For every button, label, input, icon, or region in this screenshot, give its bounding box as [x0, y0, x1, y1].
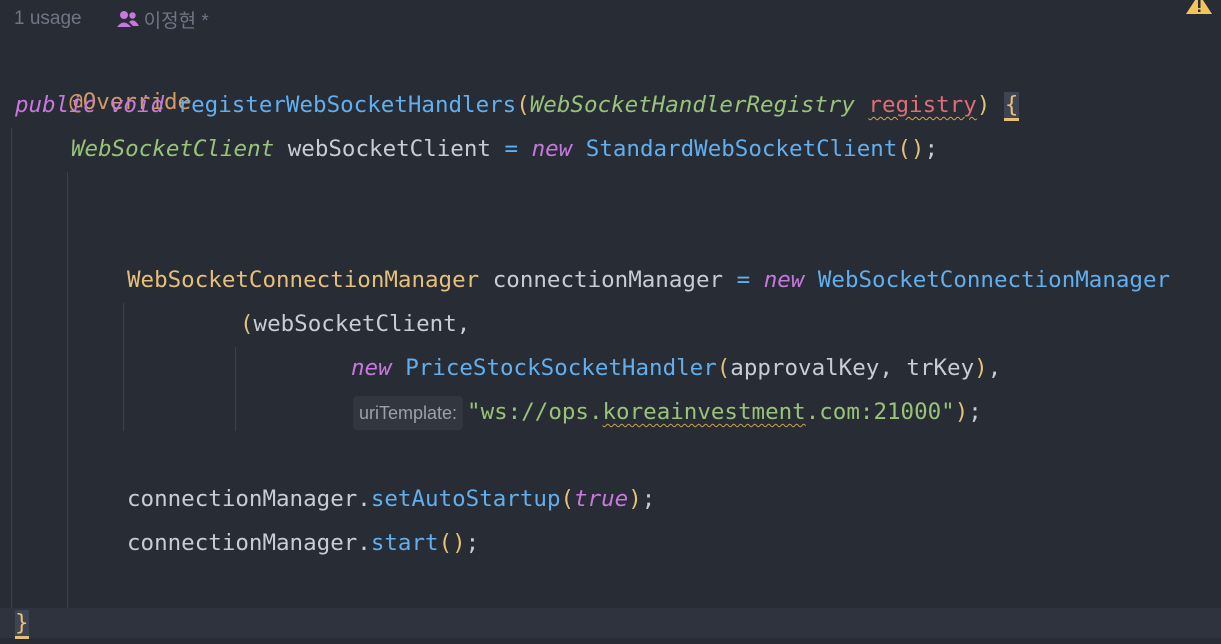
variable-name: connectionManager — [127, 486, 358, 512]
argument: trKey — [906, 355, 975, 381]
indent-guide — [11, 128, 12, 608]
string-literal: "ws://ops. — [467, 399, 603, 425]
code-editor[interactable]: 1 usage 이정현 * @Override public void regi… — [0, 0, 1221, 644]
people-icon — [116, 11, 139, 27]
current-line-highlight — [0, 608, 1221, 638]
matched-brace: } — [15, 610, 29, 639]
keyword: true — [574, 486, 629, 512]
argument: approvalKey — [730, 355, 880, 381]
usage-count-link[interactable]: 1 usage — [14, 8, 82, 30]
indent-guide — [67, 172, 68, 608]
code-line[interactable]: public void registerWebSocketHandlers(We… — [15, 85, 1020, 125]
method-name: registerWebSocketHandlers — [177, 92, 517, 118]
type-name: WebSocketConnectionManager — [127, 267, 480, 293]
matched-brace: { — [1003, 92, 1020, 121]
keyword: public — [15, 92, 97, 118]
code-line[interactable]: } — [15, 603, 29, 643]
method-call: start — [370, 530, 439, 556]
constructor-name: PriceStockSocketHandler — [405, 355, 717, 381]
parameter-hint: uriTemplate: — [353, 395, 464, 430]
constructor-name: WebSocketConnectionManager — [817, 267, 1171, 293]
code-line[interactable]: uriTemplate: "ws://ops.koreainvestment.co… — [353, 392, 982, 432]
variable-name: webSocketClient — [287, 136, 491, 162]
indent-guide — [235, 347, 236, 431]
code-line[interactable]: connectionManager.setAutoStartup(true); — [127, 479, 655, 519]
variable-name: connectionManager — [492, 267, 724, 293]
code-line[interactable]: WebSocketConnectionManager connectionMan… — [127, 260, 1170, 300]
keyword: void — [109, 92, 165, 118]
typo-word: koreainvestment — [602, 399, 806, 425]
code-line[interactable]: WebSocketClient webSocketClient = new St… — [71, 129, 938, 169]
variable-name: connectionManager — [127, 530, 358, 556]
argument: webSocketClient — [253, 311, 457, 337]
code-vision-hint: 1 usage 이정현 * — [14, 5, 209, 33]
type-name: WebSocketHandlerRegistry — [529, 92, 855, 118]
keyword: new — [763, 267, 805, 293]
keyword: new — [531, 136, 573, 162]
code-line[interactable]: (webSocketClient, — [240, 304, 470, 344]
keyword: new — [351, 355, 392, 381]
author-hint[interactable]: 이정현 * — [144, 6, 209, 33]
constructor-name: StandardWebSocketClient — [585, 136, 898, 162]
indent-guide — [123, 303, 124, 431]
parameter-name: registry — [868, 92, 977, 118]
type-name: WebSocketClient — [71, 136, 275, 162]
string-literal: .com:21000" — [805, 399, 955, 425]
code-line[interactable]: @Override — [15, 42, 191, 115]
warning-icon[interactable] — [1185, 0, 1215, 16]
method-call: setAutoStartup — [370, 486, 561, 512]
code-line[interactable]: new PriceStockSocketHandler(approvalKey,… — [351, 348, 1001, 388]
code-line[interactable]: connectionManager.start(); — [127, 523, 479, 563]
